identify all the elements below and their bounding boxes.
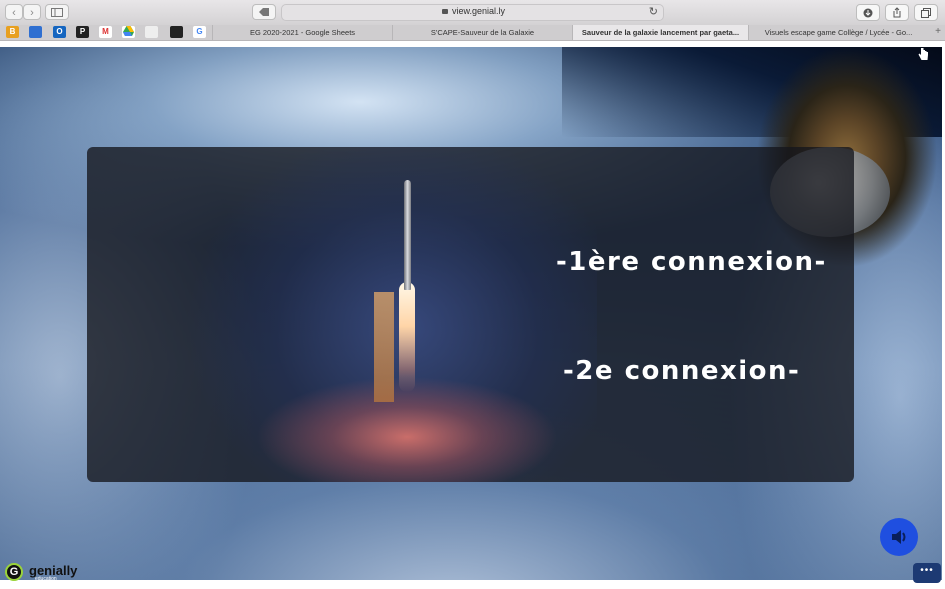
forward-button[interactable]: › (23, 4, 41, 20)
downloads-button[interactable] (856, 4, 880, 21)
launch-panel (87, 147, 854, 482)
favorite-outlook-icon[interactable]: O (53, 26, 66, 38)
sidebar-toggle-button[interactable] (45, 4, 69, 20)
favorite-8-icon[interactable] (170, 26, 183, 38)
address-bar[interactable]: view.genial.ly ↻ (281, 4, 664, 21)
second-connection-button[interactable]: -2e connexion- (563, 356, 800, 386)
favorite-google-icon[interactable]: G (193, 26, 206, 38)
tab-google-sheets[interactable]: EG 2020-2021 - Google Sheets (212, 25, 392, 40)
download-icon (863, 8, 873, 18)
first-connection-button[interactable]: -1ère connexion- (556, 247, 827, 277)
rocket-flame-image (399, 282, 415, 392)
tag-button[interactable] (252, 4, 276, 20)
tabs-icon (921, 8, 931, 18)
tab-bar: B O P M G EG 2020-2021 - Google Sheets S… (0, 25, 945, 41)
launch-tower-image (374, 292, 394, 402)
browser-toolbar: ‹ › view.genial.ly ↻ (0, 0, 945, 25)
favorite-drive-icon[interactable] (122, 26, 135, 38)
tabs-overview-button[interactable] (914, 4, 938, 21)
speaker-icon (892, 530, 906, 544)
favorite-pronote-icon[interactable]: P (76, 26, 89, 38)
new-tab-button[interactable]: + (931, 25, 945, 40)
audio-button[interactable] (880, 518, 918, 556)
favorite-gmail-icon[interactable]: M (99, 26, 112, 38)
logo-subtitle: education (35, 576, 57, 582)
favorite-2-icon[interactable] (29, 26, 42, 38)
url-text: view.genial.ly (452, 6, 506, 16)
rocket-image (404, 180, 411, 290)
back-button[interactable]: ‹ (5, 4, 23, 20)
tag-icon (259, 8, 269, 16)
reload-icon[interactable]: ↻ (649, 5, 658, 18)
favorite-7-icon[interactable] (145, 26, 158, 38)
lock-icon (442, 9, 448, 14)
share-icon (893, 7, 901, 18)
sidebar-icon (51, 8, 63, 17)
favorite-1-icon[interactable]: B (6, 26, 19, 38)
hand-pointer-icon (917, 47, 931, 63)
share-button[interactable] (885, 4, 909, 21)
tab-sauveur-galaxie[interactable]: Sauveur de la galaxie lancement par gaet… (572, 25, 748, 40)
tab-scape[interactable]: S'CAPE-Sauveur de la Galaxie (392, 25, 572, 40)
more-dots-icon[interactable]: ••• (913, 563, 941, 583)
g-logo-icon: G (5, 563, 23, 581)
tab-visuels-escape[interactable]: Visuels escape game Collège / Lycée - Go… (748, 25, 928, 40)
presentation-canvas: -1ère connexion- -2e connexion- (0, 47, 942, 580)
